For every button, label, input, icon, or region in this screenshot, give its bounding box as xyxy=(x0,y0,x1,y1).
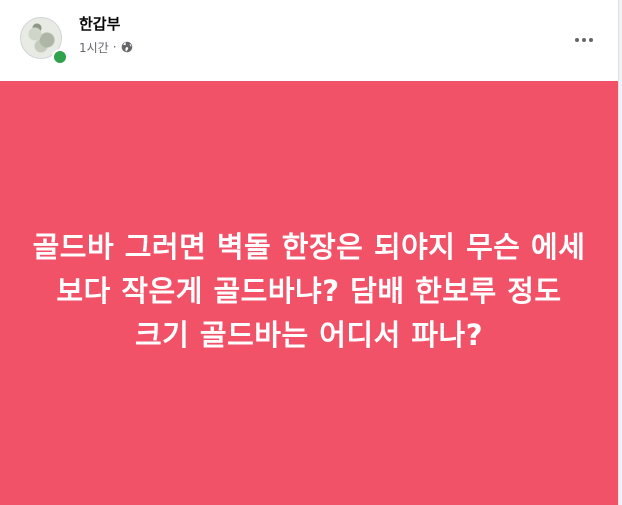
post-header: 한갑부 1시간 · xyxy=(0,0,618,80)
author-name[interactable]: 한갑부 xyxy=(79,14,120,34)
post-timestamp[interactable]: 1시간 xyxy=(79,39,109,56)
post-colored-background: 골드바 그러면 벽돌 한장은 되야지 무슨 에세 보다 작은게 골드바냐? 담배… xyxy=(0,81,618,505)
post-card: 한갑부 1시간 · 골드바 그러면 벽돌 한장은 되야지 무슨 에세 보다 작은… xyxy=(0,0,619,505)
post-body-text: 골드바 그러면 벽돌 한장은 되야지 무슨 에세 보다 작은게 골드바냐? 담배… xyxy=(32,230,586,352)
more-options-icon xyxy=(575,38,593,42)
more-options-button[interactable] xyxy=(566,22,602,58)
online-status-indicator xyxy=(52,49,68,65)
meta-separator: · xyxy=(112,40,117,54)
post-meta: 1시간 · xyxy=(79,39,133,55)
globe-icon[interactable] xyxy=(121,41,133,53)
